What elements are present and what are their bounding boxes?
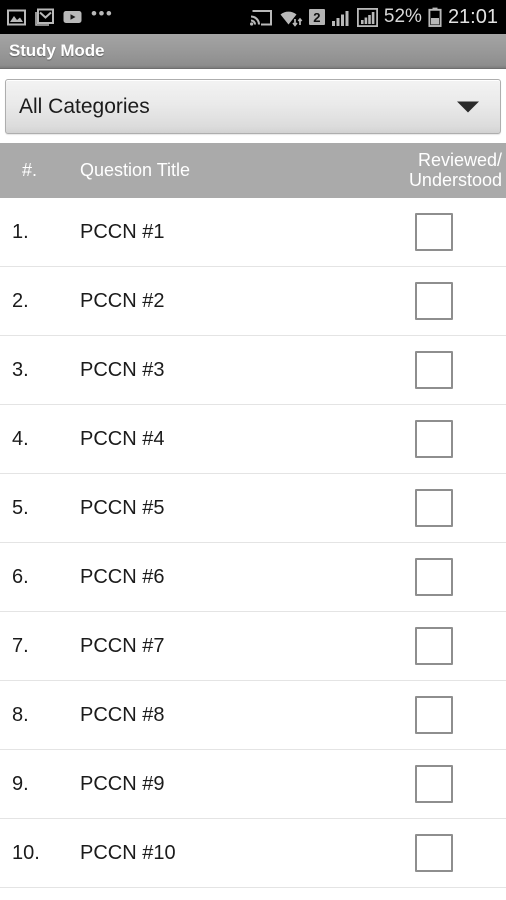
reviewed-checkbox[interactable]	[415, 351, 453, 389]
row-question-title: PCCN #7	[80, 634, 165, 657]
row-number: 5.	[12, 496, 29, 519]
reviewed-checkbox[interactable]	[415, 834, 453, 872]
action-bar: Study Mode	[0, 34, 506, 69]
chevron-down-icon	[457, 101, 479, 112]
reviewed-checkbox[interactable]	[415, 420, 453, 458]
row-checkbox-cell	[415, 282, 506, 320]
table-row[interactable]: 9. PCCN #9	[0, 750, 506, 819]
category-spinner-container: All Categories	[0, 69, 506, 143]
clock-label: 21:01	[447, 5, 498, 28]
reviewed-checkbox[interactable]	[415, 558, 453, 596]
row-number: 6.	[12, 565, 29, 588]
row-checkbox-cell	[415, 489, 506, 527]
category-spinner-value: All Categories	[19, 94, 150, 118]
image-icon	[7, 9, 26, 25]
status-bar-notifications: •••	[7, 4, 114, 26]
row-question-title: PCCN #10	[80, 841, 176, 864]
reviewed-checkbox[interactable]	[415, 696, 453, 734]
table-header: #. Question Title Reviewed/ Understood	[0, 143, 506, 198]
row-question-title: PCCN #8	[80, 703, 165, 726]
status-bar: ••• 2 52% 21:01	[0, 0, 506, 34]
row-checkbox-cell	[415, 420, 506, 458]
reviewed-checkbox[interactable]	[415, 627, 453, 665]
reviewed-checkbox[interactable]	[415, 282, 453, 320]
reviewed-checkbox[interactable]	[415, 489, 453, 527]
table-row[interactable]: 5. PCCN #5	[0, 474, 506, 543]
column-header-number: #.	[22, 160, 38, 180]
youtube-icon	[63, 11, 82, 23]
signal-bars-boxed-icon	[356, 7, 378, 27]
row-question-title: PCCN #4	[80, 427, 165, 450]
reviewed-checkbox[interactable]	[415, 213, 453, 251]
row-number: 10.	[12, 841, 40, 864]
more-notifications-icon: •••	[91, 4, 114, 23]
table-row[interactable]: 7. PCCN #7	[0, 612, 506, 681]
row-checkbox-cell	[415, 351, 506, 389]
table-row[interactable]: 2. PCCN #2	[0, 267, 506, 336]
row-question-title: PCCN #3	[80, 358, 165, 381]
row-number: 2.	[12, 289, 29, 312]
question-list: 1. PCCN #1 2. PCCN #2 3. PCCN #3 4. PCCN #4 5. PC…	[0, 198, 506, 888]
row-question-title: PCCN #5	[80, 496, 165, 519]
status-bar-system: 2 52% 21:01	[249, 5, 498, 29]
row-checkbox-cell	[415, 696, 506, 734]
sim-badge: 2	[308, 9, 325, 25]
row-number: 9.	[12, 772, 29, 795]
signal-bars-icon	[331, 10, 349, 26]
row-checkbox-cell	[415, 834, 506, 872]
row-question-title: PCCN #6	[80, 565, 165, 588]
cast-icon	[249, 9, 272, 26]
page-title: Study Mode	[9, 41, 105, 60]
row-checkbox-cell	[415, 558, 506, 596]
row-question-title: PCCN #2	[80, 289, 165, 312]
table-row[interactable]: 4. PCCN #4	[0, 405, 506, 474]
row-number: 3.	[12, 358, 29, 381]
column-header-question-title: Question Title	[80, 160, 191, 180]
gmail-icon	[35, 8, 54, 26]
app-screen: ••• 2 52% 21:01 Study Mode All Categorie…	[0, 0, 506, 900]
reviewed-checkbox[interactable]	[415, 765, 453, 803]
row-number: 1.	[12, 220, 29, 243]
column-header-reviewed-understood: Reviewed/ Understood	[408, 150, 502, 190]
category-spinner[interactable]: All Categories	[5, 79, 501, 134]
table-row[interactable]: 10. PCCN #10	[0, 819, 506, 888]
battery-icon	[428, 7, 442, 27]
row-checkbox-cell	[415, 765, 506, 803]
row-question-title: PCCN #1	[80, 220, 165, 243]
table-row[interactable]: 1. PCCN #1	[0, 198, 506, 267]
table-row[interactable]: 6. PCCN #6	[0, 543, 506, 612]
row-checkbox-cell	[415, 213, 506, 251]
table-row[interactable]: 8. PCCN #8	[0, 681, 506, 750]
row-question-title: PCCN #9	[80, 772, 165, 795]
battery-percent-label: 52%	[383, 6, 422, 27]
row-number: 4.	[12, 427, 29, 450]
table-row[interactable]: 3. PCCN #3	[0, 336, 506, 405]
row-number: 8.	[12, 703, 29, 726]
wifi-icon	[280, 11, 303, 27]
row-number: 7.	[12, 634, 29, 657]
row-checkbox-cell	[415, 627, 506, 665]
